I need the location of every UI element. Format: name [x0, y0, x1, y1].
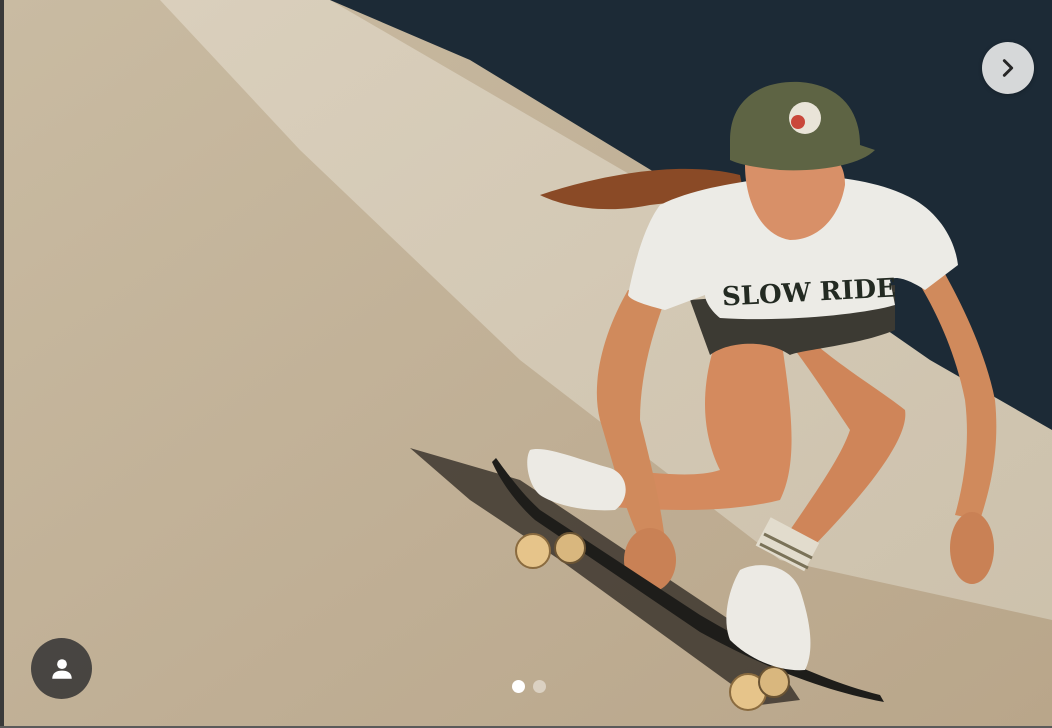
wheel-front-left: [515, 533, 551, 569]
viewer-left-edge: [0, 0, 4, 728]
wheel-back-right: [758, 666, 790, 698]
post-photo: SLOW RIDE: [0, 0, 1052, 728]
user-icon: [51, 658, 72, 679]
post-media-viewer[interactable]: SLOW RIDE: [0, 0, 1052, 728]
carousel-indicator: [512, 680, 546, 693]
right-hand: [950, 512, 994, 584]
wheel-front-right: [554, 532, 586, 564]
carousel-dot-2[interactable]: [533, 680, 546, 693]
tagged-users-button[interactable]: [31, 638, 92, 699]
next-slide-button[interactable]: [982, 42, 1034, 94]
carousel-dot-1[interactable]: [512, 680, 525, 693]
chevron-right-icon: [1002, 59, 1014, 77]
